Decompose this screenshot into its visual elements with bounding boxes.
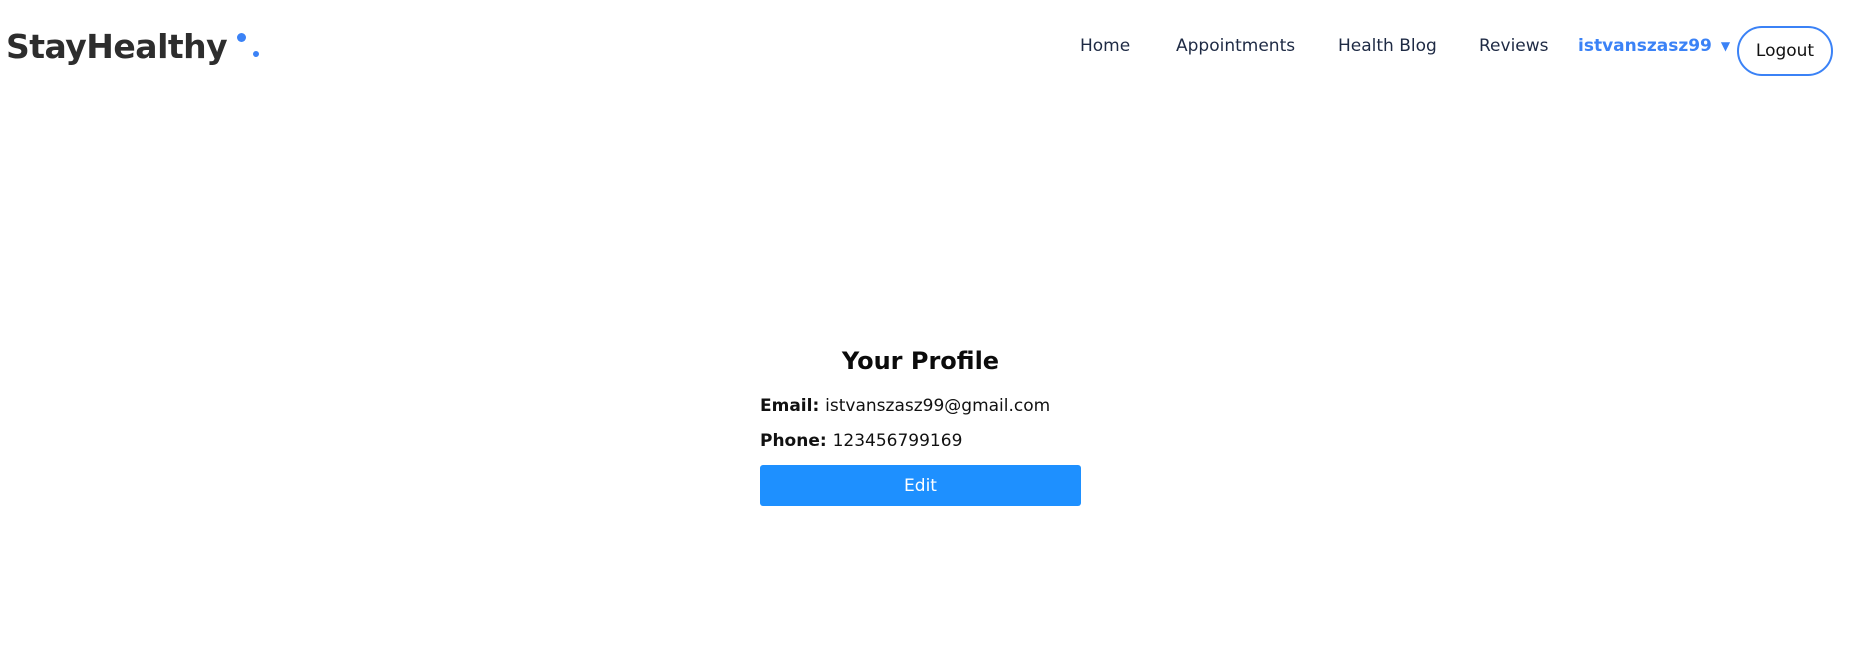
navbar: StayHealthy Home Appointments Health Blo…: [0, 0, 1849, 95]
nav-appointments-link[interactable]: Appointments: [1176, 36, 1295, 56]
phone-label: Phone:: [760, 431, 833, 451]
brand-logo[interactable]: StayHealthy: [6, 24, 267, 74]
email-row: Email: istvanszasz99@gmail.com: [760, 395, 1081, 417]
brand-name: StayHealthy: [6, 27, 228, 66]
edit-profile-button[interactable]: Edit: [760, 465, 1081, 506]
logout-button[interactable]: Logout: [1737, 26, 1833, 76]
profile-card: Your Profile Email: istvanszasz99@gmail.…: [760, 346, 1081, 506]
logo-dot-small: [253, 51, 260, 57]
logo-dot-large: [237, 33, 247, 42]
user-name: istvanszasz99: [1578, 36, 1712, 56]
phone-row: Phone: 123456799169: [760, 430, 1081, 452]
nav-reviews-link[interactable]: Reviews: [1479, 36, 1549, 56]
profile-title: Your Profile: [841, 347, 1000, 375]
logo-dots-icon: [227, 24, 267, 74]
caret-down-icon: ▼: [1720, 39, 1731, 53]
email-label: Email:: [760, 396, 826, 416]
user-menu-dropdown[interactable]: istvanszasz99 ▼: [1578, 36, 1730, 56]
nav-health-blog-link[interactable]: Health Blog: [1338, 36, 1437, 56]
phone-value: 123456799169: [832, 431, 963, 451]
email-value: istvanszasz99@gmail.com: [825, 396, 1051, 416]
nav-home-link[interactable]: Home: [1080, 36, 1130, 56]
